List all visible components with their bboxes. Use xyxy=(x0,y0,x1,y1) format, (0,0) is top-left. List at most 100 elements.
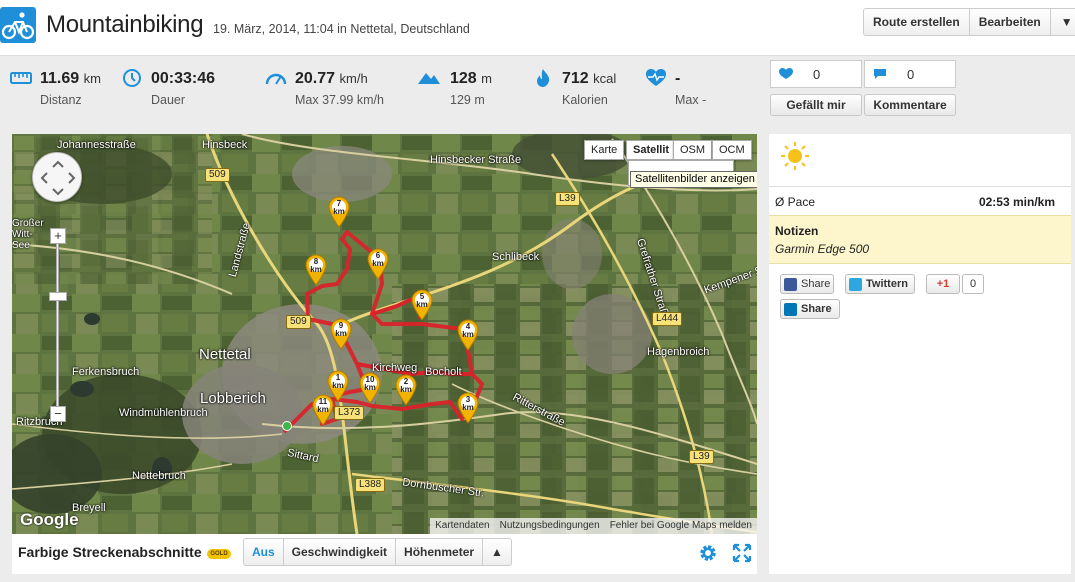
place-label: Hinsbeck xyxy=(202,139,248,151)
segments-title: Farbige Streckenabschnitte xyxy=(18,544,202,560)
like-button[interactable]: Gefällt mir xyxy=(770,94,862,116)
notes-box: Notizen Garmin Edge 500 xyxy=(769,215,1071,264)
pace-label: Ø Pace xyxy=(775,195,816,209)
km-marker-6[interactable]: 6 km xyxy=(366,248,390,280)
zoom-in-button[interactable]: + xyxy=(50,228,66,244)
facebook-icon xyxy=(784,278,797,291)
map-footer: Kartendaten Nutzungsbedingungen Fehler b… xyxy=(430,518,757,534)
ruler-icon xyxy=(10,72,32,84)
linkedin-share-button[interactable]: Share xyxy=(780,299,840,319)
terms-link[interactable]: Nutzungsbedingungen xyxy=(495,518,605,534)
stat-label: Max 37.99 km/h xyxy=(295,93,384,107)
zoom-slider-handle[interactable] xyxy=(49,292,67,301)
likes-counter: 0 xyxy=(770,60,862,88)
twitter-label: Twittern xyxy=(866,278,908,290)
segment-speed-button[interactable]: Geschwindigkeit xyxy=(284,539,397,565)
pan-control[interactable] xyxy=(32,152,82,202)
stat-label: 129 m xyxy=(450,93,485,107)
marker-unit: km xyxy=(310,265,322,274)
stat-unit: km xyxy=(83,71,101,86)
road-number: L39 xyxy=(689,450,714,464)
km-marker-9[interactable]: 9 km xyxy=(329,318,353,350)
edit-button[interactable]: Bearbeiten xyxy=(970,9,1051,35)
marker-unit: km xyxy=(462,403,474,412)
pace-row: Ø Pace 02:53 min/km xyxy=(769,186,1071,215)
mountain-icon xyxy=(418,73,440,84)
marker-unit: km xyxy=(335,329,347,338)
place-label: Schlibeck xyxy=(492,251,540,263)
stat-unit: km/h xyxy=(339,71,368,86)
km-marker-11[interactable]: 11 km xyxy=(311,394,335,426)
activity-header: Mountainbiking 19. März, 2014, 11:04 in … xyxy=(0,0,1075,56)
likes-count: 0 xyxy=(813,67,821,82)
twitter-button[interactable]: Twittern xyxy=(845,274,915,294)
facebook-share-button[interactable]: Share xyxy=(780,274,834,294)
google-logo: Google xyxy=(20,510,79,529)
map-data-link[interactable]: Kartendaten xyxy=(430,518,495,534)
maptype-osm[interactable]: OSM xyxy=(673,140,713,160)
maptype-satellit[interactable]: Satellit xyxy=(626,140,677,160)
stat-label: Distanz xyxy=(40,93,82,107)
header-actions: Route erstellen Bearbeiten ▼ xyxy=(863,8,1075,36)
marker-unit: km xyxy=(364,383,376,392)
gplus-count: 0 xyxy=(962,274,984,294)
speech-bubble-icon xyxy=(874,69,886,79)
clock-icon xyxy=(123,69,141,87)
marker-unit: km xyxy=(332,381,344,390)
linkedin-share-label: Share xyxy=(801,303,832,315)
marker-unit: km xyxy=(462,330,474,339)
segment-elevation-button[interactable]: Höhenmeter xyxy=(396,539,484,565)
bike-icon xyxy=(0,7,36,43)
stat-unit: m xyxy=(481,71,492,86)
km-marker-8[interactable]: 8 km xyxy=(304,254,328,286)
km-marker-2[interactable]: 2 km xyxy=(394,374,418,406)
place-label: Johannesstraße xyxy=(57,139,136,151)
comments-button[interactable]: Kommentare xyxy=(864,94,956,116)
marker-unit: km xyxy=(317,405,329,414)
linkedin-icon xyxy=(784,303,797,316)
create-route-button[interactable]: Route erstellen xyxy=(864,9,970,35)
page-title: Mountainbiking xyxy=(46,11,204,38)
marker-unit: km xyxy=(372,259,384,268)
maptype-tooltip: Satellitenbilder anzeigen xyxy=(630,171,757,188)
place-label: Ferkensbruch xyxy=(72,366,140,378)
road-number: L39 xyxy=(555,192,580,206)
stat-value: 712 xyxy=(562,70,589,87)
stat-value: 00:33:46 xyxy=(151,70,216,87)
zoom-out-button[interactable]: − xyxy=(50,406,66,422)
flame-icon xyxy=(537,69,550,87)
km-marker-4[interactable]: 4 km xyxy=(456,319,480,351)
segment-toggle: Aus Geschwindigkeit Höhenmeter ▲ xyxy=(243,538,512,566)
segment-off-button[interactable]: Aus xyxy=(244,539,284,565)
km-marker-3[interactable]: 3 km xyxy=(456,392,480,424)
gear-icon[interactable] xyxy=(698,543,718,563)
km-marker-10[interactable]: 10 km xyxy=(358,372,382,404)
stat-value: 128 xyxy=(450,70,477,87)
km-marker-5[interactable]: 5 km xyxy=(410,289,434,321)
place-label: Nettetal xyxy=(199,346,251,363)
segment-expand-button[interactable]: ▲ xyxy=(483,539,511,565)
report-error-link[interactable]: Fehler bei Google Maps melden xyxy=(605,518,757,534)
place-label: Windmühlenbruch xyxy=(119,407,208,419)
km-marker-7[interactable]: 7 km xyxy=(327,196,351,228)
maptype-ocm[interactable]: OCM xyxy=(712,140,752,160)
place-label: Hagenbroich xyxy=(647,346,710,358)
notes-title: Notizen xyxy=(775,224,819,238)
gplus-button[interactable]: +1 xyxy=(926,274,960,294)
heart-icon xyxy=(779,68,793,79)
zoom-slider-track[interactable] xyxy=(56,242,59,422)
facebook-share-label: Share xyxy=(801,278,831,290)
notes-text: Garmin Edge 500 xyxy=(775,242,870,256)
maptype-karte[interactable]: Karte xyxy=(584,140,625,160)
activity-datetime-location: 19. März, 2014, 11:04 in Nettetal, Deuts… xyxy=(213,22,470,36)
fullscreen-icon[interactable] xyxy=(732,543,752,563)
road-number: L388 xyxy=(355,478,386,492)
stat-value: 20.77 xyxy=(295,70,336,87)
place-label: Nettebruch xyxy=(132,470,186,482)
more-dropdown-button[interactable]: ▼ xyxy=(1051,9,1075,35)
stat-label: Dauer xyxy=(151,93,186,107)
stats-bar: 11.69 km Distanz 00:33:46 Dauer 20.77 km… xyxy=(0,56,760,126)
route-map[interactable]: Johannesstraße Hinsbeck Hinsbecker Straß… xyxy=(12,134,757,534)
road-number: L444 xyxy=(652,312,683,326)
stat-label: Kalorien xyxy=(562,93,608,107)
